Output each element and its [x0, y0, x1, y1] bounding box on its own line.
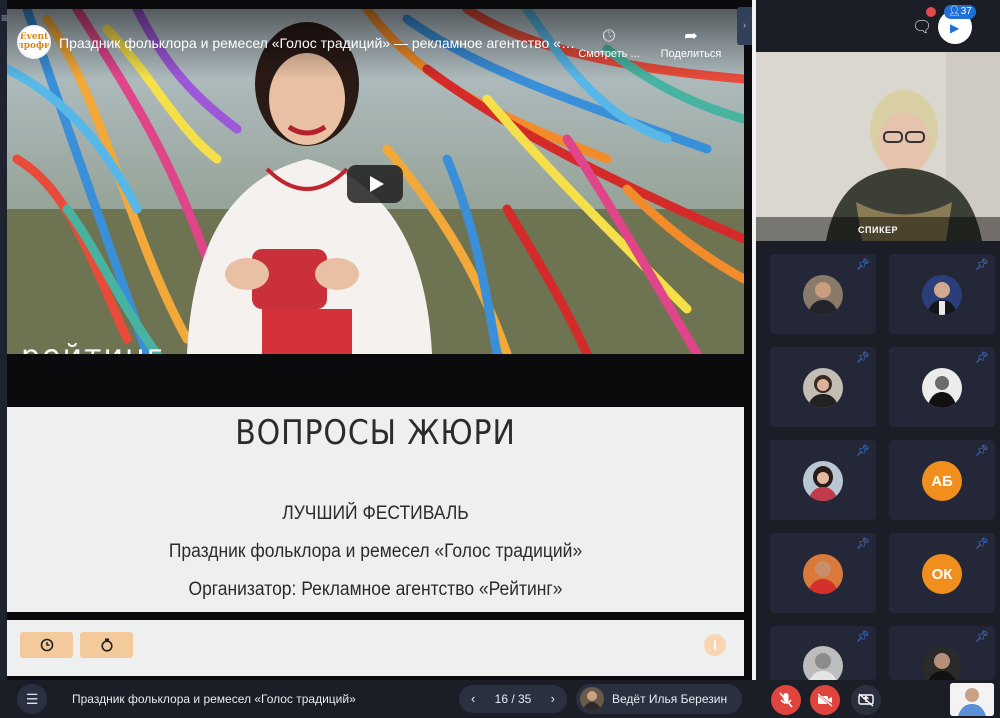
- next-slide-icon[interactable]: ›: [551, 691, 555, 706]
- pin-icon[interactable]: 📌︎: [856, 258, 870, 271]
- presenter-chip[interactable]: Ведёт Илья Березин: [576, 684, 742, 714]
- participant-tile[interactable]: 📌︎: [770, 533, 876, 613]
- participant-tile[interactable]: 📌︎: [889, 254, 995, 334]
- chat-icon[interactable]: 🗨︎: [912, 17, 932, 37]
- participant-tile[interactable]: 📌︎: [770, 347, 876, 427]
- slide-nomination: ЛУЧШИЙ ФЕСТИВАЛЬ: [282, 503, 469, 524]
- timer-button[interactable]: [80, 632, 133, 658]
- pin-icon[interactable]: 📌︎: [975, 537, 989, 550]
- video-watermark: рейтинг: [21, 339, 164, 354]
- pin-icon[interactable]: 📌︎: [856, 630, 870, 643]
- bottom-bar: ☰ Праздник фольклора и ремесел «Голос тр…: [0, 680, 1000, 718]
- participant-tile[interactable]: 📌︎: [770, 626, 876, 686]
- collapse-panel-handle[interactable]: ›: [737, 7, 752, 45]
- pin-icon[interactable]: 📌︎: [975, 258, 989, 271]
- presentation-stage: ≡ Event профи Праздник фольклора и ремес…: [0, 0, 752, 680]
- share-icon: ➦: [684, 28, 698, 45]
- mic-off-icon: [779, 692, 793, 708]
- slide-organizer: Организатор: Рекламное агентство «Рейтин…: [188, 579, 563, 600]
- panel-header: 🗨︎ 👤︎37 ▶: [756, 0, 1000, 52]
- clock-icon: [40, 638, 53, 652]
- avatar: [803, 461, 843, 501]
- avatar: [803, 275, 843, 315]
- avatar: [803, 554, 843, 594]
- clock-button[interactable]: [20, 632, 73, 658]
- avatar: [803, 368, 843, 408]
- slide-heading: ВОПРОСЫ ЖЮРИ: [235, 413, 516, 453]
- clock-icon: 🕓︎: [602, 28, 616, 45]
- slide-toolbar: i: [7, 620, 744, 676]
- avatar: [922, 275, 962, 315]
- list-icon: ☰: [25, 691, 39, 707]
- pin-icon[interactable]: 📌︎: [975, 444, 989, 457]
- video-camera-icon: ▶: [950, 21, 960, 35]
- speaker-video[interactable]: СПИКЕР: [756, 52, 1000, 241]
- self-view-image: [950, 683, 994, 716]
- participant-tile[interactable]: 📌︎ ОК: [889, 533, 995, 613]
- screen-share-off-icon: [858, 693, 874, 707]
- avatar-initials: АБ: [922, 461, 962, 501]
- participant-tile[interactable]: 📌︎: [889, 626, 995, 686]
- speaker-label: СПИКЕР: [858, 225, 898, 235]
- avatar: [922, 368, 962, 408]
- slide-pager: ‹ 16 / 35 ›: [459, 685, 567, 713]
- event-name: Праздник фольклора и ремесел «Голос трад…: [72, 692, 356, 706]
- participant-tile[interactable]: 📌︎: [770, 254, 876, 334]
- presentation-slide: ВОПРОСЫ ЖЮРИ ЛУЧШИЙ ФЕСТИВАЛЬ Праздник ф…: [7, 407, 744, 612]
- stopwatch-icon: [100, 638, 113, 652]
- participant-tile[interactable]: 📌︎: [770, 440, 876, 520]
- pin-icon[interactable]: 📌︎: [856, 351, 870, 364]
- play-button[interactable]: [347, 165, 403, 203]
- self-view-preview[interactable]: [950, 683, 994, 716]
- share-button[interactable]: ➦ Поделиться: [651, 27, 731, 60]
- video-title[interactable]: Праздник фольклора и ремесел «Голос трад…: [59, 35, 579, 51]
- camera-off-icon: [817, 693, 833, 707]
- screen-share-button[interactable]: [851, 685, 881, 715]
- watch-later-button[interactable]: 🕓︎ Смотреть ...: [569, 27, 649, 60]
- pin-icon[interactable]: 📌︎: [975, 351, 989, 364]
- youtube-embed[interactable]: Event профи Праздник фольклора и ремесел …: [7, 9, 744, 354]
- list-menu-button[interactable]: ☰: [17, 684, 47, 714]
- slide-project-name: Праздник фольклора и ремесел «Голос трад…: [168, 541, 583, 562]
- participant-tile[interactable]: 📌︎ АБ: [889, 440, 995, 520]
- conference-app: ≡ Event профи Праздник фольклора и ремес…: [0, 0, 1000, 718]
- avatar-initials: ОК: [922, 554, 962, 594]
- participant-tile[interactable]: 📌︎: [889, 347, 995, 427]
- participants-panel: 🗨︎ 👤︎37 ▶ СПИКЕР 📌︎ 📌︎ 📌︎ 📌︎ 📌︎ 📌︎ АБ 📌︎…: [756, 0, 1000, 686]
- pin-icon[interactable]: 📌︎: [975, 630, 989, 643]
- channel-logo[interactable]: Event профи: [17, 25, 51, 59]
- unread-dot: [926, 7, 936, 17]
- info-button[interactable]: i: [704, 634, 726, 656]
- speaker-video-image: [756, 52, 1000, 241]
- camera-toggle-button[interactable]: [810, 685, 840, 715]
- presenter-avatar: [580, 687, 604, 711]
- pin-icon[interactable]: 📌︎: [856, 444, 870, 457]
- left-rail: ≡: [0, 0, 8, 680]
- mic-toggle-button[interactable]: [771, 685, 801, 715]
- pin-icon[interactable]: 📌︎: [856, 537, 870, 550]
- presenter-name: Ведёт Илья Березин: [612, 692, 728, 706]
- participants-count-badge: 👤︎37: [944, 5, 976, 19]
